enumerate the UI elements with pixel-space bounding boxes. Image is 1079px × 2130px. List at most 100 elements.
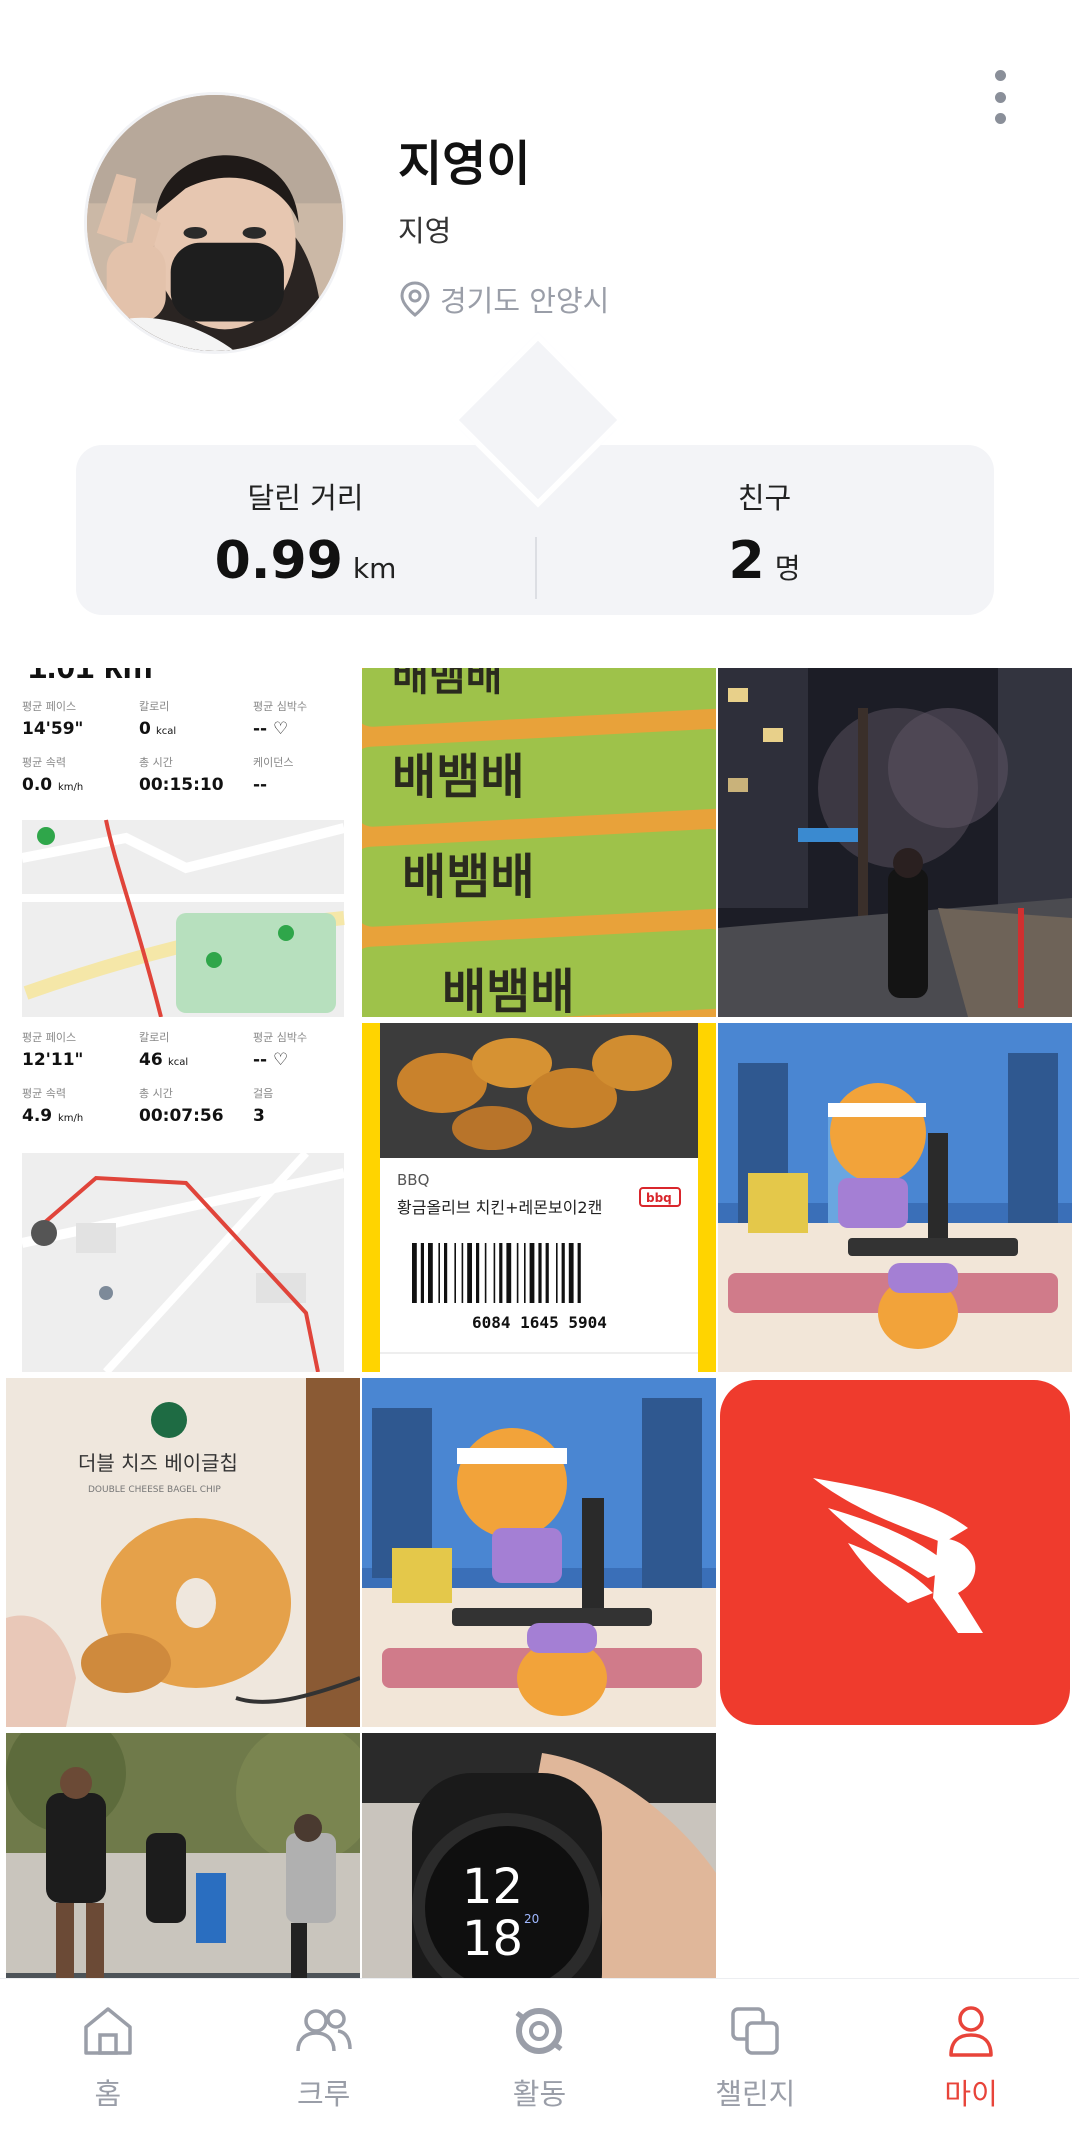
post-tile[interactable] bbox=[718, 668, 1072, 1017]
run2-value-3: 4.9 bbox=[22, 1106, 52, 1126]
activity-icon bbox=[515, 2008, 563, 2054]
barcode-bar bbox=[545, 1243, 549, 1303]
cookie-bag-photo: 더블 치즈 베이글칩 DOUBLE CHEESE BAGEL CHIP bbox=[6, 1378, 360, 1727]
barcode-bar bbox=[454, 1243, 456, 1303]
run2-value-5: 3 bbox=[253, 1106, 265, 1126]
group-run-photo bbox=[6, 1733, 360, 1978]
run2-unit-3: km/h bbox=[58, 1113, 83, 1124]
nav-label-home: 홈 bbox=[94, 2077, 122, 2111]
barcode-bar bbox=[428, 1243, 433, 1303]
cookie-bag-subtitle: DOUBLE CHEESE BAGEL CHIP bbox=[88, 1485, 221, 1495]
barcode-bar bbox=[444, 1243, 448, 1303]
more-dot-icon bbox=[994, 91, 1006, 103]
more-dot-icon bbox=[994, 70, 1006, 81]
friends-label: 친구 bbox=[737, 481, 792, 515]
watch-hour: 12 bbox=[462, 1859, 523, 1915]
location-pin-icon bbox=[400, 281, 430, 317]
run2-label-1: 칼로리 bbox=[139, 1031, 169, 1044]
friends-stat[interactable]: 친구 2 명 bbox=[535, 475, 994, 591]
run1-label-1: 칼로리 bbox=[139, 700, 169, 713]
nav-item-challenge[interactable]: 챌린지 bbox=[647, 1979, 863, 2130]
night-street-photo bbox=[718, 668, 1072, 1017]
friends-unit: 명 bbox=[774, 552, 801, 585]
run2-label-4: 총 시간 bbox=[139, 1087, 173, 1100]
run2-value-1: 46 bbox=[139, 1050, 163, 1070]
app-logo-image bbox=[718, 1378, 1072, 1727]
barcode-bar bbox=[524, 1243, 526, 1303]
post-tile[interactable]: 더블 치즈 베이글칩 DOUBLE CHEESE BAGEL CHIP bbox=[6, 1378, 360, 1727]
run2-value-0: 12'11" bbox=[22, 1050, 83, 1070]
cookie-bag-title: 더블 치즈 베이글칩 bbox=[78, 1451, 238, 1475]
post-tile[interactable] bbox=[718, 1023, 1072, 1372]
nav-item-home[interactable]: 홈 bbox=[0, 1979, 216, 2130]
post-tile[interactable] bbox=[6, 1733, 360, 1978]
barcode-bar bbox=[438, 1243, 440, 1303]
profile-nickname: 지영이 bbox=[398, 136, 531, 192]
snack-text-4: 배뱀배 bbox=[442, 964, 574, 1017]
nav-item-activity[interactable]: 활동 bbox=[432, 1979, 648, 2130]
nav-item-my[interactable]: 마이 bbox=[863, 1979, 1079, 2130]
barcode-bar bbox=[476, 1243, 480, 1303]
smartwatch-photo: 12 18 20 bbox=[362, 1733, 716, 1978]
run2-map bbox=[20, 1150, 346, 1372]
run1-label-4: 총 시간 bbox=[139, 756, 173, 769]
nav-item-crew[interactable]: 크루 bbox=[216, 1979, 432, 2130]
distance-value: 0.99 bbox=[214, 531, 343, 591]
barcode-bar bbox=[484, 1243, 487, 1303]
nav-label-challenge: 챌린지 bbox=[715, 2077, 796, 2111]
distance-stat[interactable]: 달린 거리 0.99 km bbox=[76, 475, 535, 591]
bottom-nav: 홈 크루 활동 챌린지 마이 bbox=[0, 1978, 1079, 2130]
crew-icon bbox=[295, 2009, 352, 2052]
run2-value-4: 00:07:56 bbox=[139, 1106, 224, 1126]
more-options-button[interactable] bbox=[984, 62, 1016, 132]
barcode-bar bbox=[538, 1243, 542, 1303]
barcode-bar bbox=[499, 1243, 503, 1303]
treadmill-character-image bbox=[362, 1378, 716, 1727]
barcode-bar bbox=[577, 1243, 581, 1303]
barcode-bar bbox=[556, 1243, 558, 1303]
svg-text:1.01 km: 1.01 km bbox=[28, 668, 153, 686]
run1-unit-1: kcal bbox=[156, 726, 176, 737]
location-text: 경기도 안양시 bbox=[440, 284, 610, 318]
watch-minute: 18 bbox=[462, 1911, 523, 1967]
watch-date: 20 bbox=[524, 1912, 539, 1926]
post-tile[interactable]: 1.01 km 평균 페이스 14'59" 칼로리 0 kcal 평균 심박수 … bbox=[6, 668, 360, 1017]
barcode-bar bbox=[506, 1243, 512, 1303]
run-record-card: 1.01 km 평균 페이스 14'59" 칼로리 0 kcal 평균 심박수 … bbox=[6, 668, 360, 1017]
barcode-bar bbox=[529, 1243, 535, 1303]
snack-text-1: 배뱀배 bbox=[392, 668, 502, 700]
post-tile[interactable] bbox=[362, 1378, 716, 1727]
post-tile[interactable]: 배뱀배 배뱀배 배뱀배 배뱀배 bbox=[362, 668, 716, 1017]
barcode-bar bbox=[412, 1243, 417, 1303]
run1-value-1: 0 bbox=[139, 719, 151, 739]
run1-value-3: 0.0 bbox=[22, 775, 52, 795]
run1-value-2: -- ♡ bbox=[253, 719, 288, 739]
profile-name: 지영 bbox=[398, 214, 452, 248]
run2-label-5: 걸음 bbox=[253, 1087, 273, 1100]
profile-location: 경기도 안양시 bbox=[398, 278, 609, 320]
post-tile[interactable] bbox=[718, 1378, 1072, 1727]
barcode-bar bbox=[568, 1243, 574, 1303]
profile-avatar[interactable] bbox=[84, 92, 346, 354]
run1-unit-3: km/h bbox=[58, 782, 83, 793]
snack-text-3: 배뱀배 bbox=[402, 849, 534, 905]
home-icon bbox=[84, 2007, 132, 2055]
post-tile[interactable]: 12 18 20 bbox=[362, 1733, 716, 1978]
barcode-bar bbox=[516, 1243, 519, 1303]
post-tile[interactable]: 평균 페이스 12'11" 칼로리 46 kcal 평균 심박수 -- ♡ 평균… bbox=[6, 1023, 360, 1372]
nav-label-my: 마이 bbox=[944, 2077, 998, 2111]
run1-label-2: 평균 심박수 bbox=[253, 700, 307, 713]
profile-icon bbox=[949, 2006, 993, 2057]
run2-unit-1: kcal bbox=[168, 1057, 188, 1068]
run1-label-3: 평균 속력 bbox=[22, 756, 66, 769]
snack-bar-photo: 배뱀배 배뱀배 배뱀배 배뱀배 bbox=[362, 668, 716, 1017]
coupon-barcode-number: 6084 1645 5904 bbox=[472, 1313, 607, 1332]
run1-value-4: 00:15:10 bbox=[139, 775, 224, 795]
run2-label-3: 평균 속력 bbox=[22, 1087, 66, 1100]
run-record-card: 평균 페이스 12'11" 칼로리 46 kcal 평균 심박수 -- ♡ 평균… bbox=[6, 1023, 360, 1372]
bbq-coupon: BBQ 황금올리브 치킨+레몬보이2캔 bbq 6084 1645 5904 bbox=[362, 1023, 716, 1372]
snack-text-2: 배뱀배 bbox=[392, 749, 524, 805]
run1-value-5: -- bbox=[253, 775, 267, 795]
post-tile[interactable]: BBQ 황금올리브 치킨+레몬보이2캔 bbq 6084 1645 5904 bbox=[362, 1023, 716, 1372]
distance-label: 달린 거리 bbox=[247, 481, 364, 515]
